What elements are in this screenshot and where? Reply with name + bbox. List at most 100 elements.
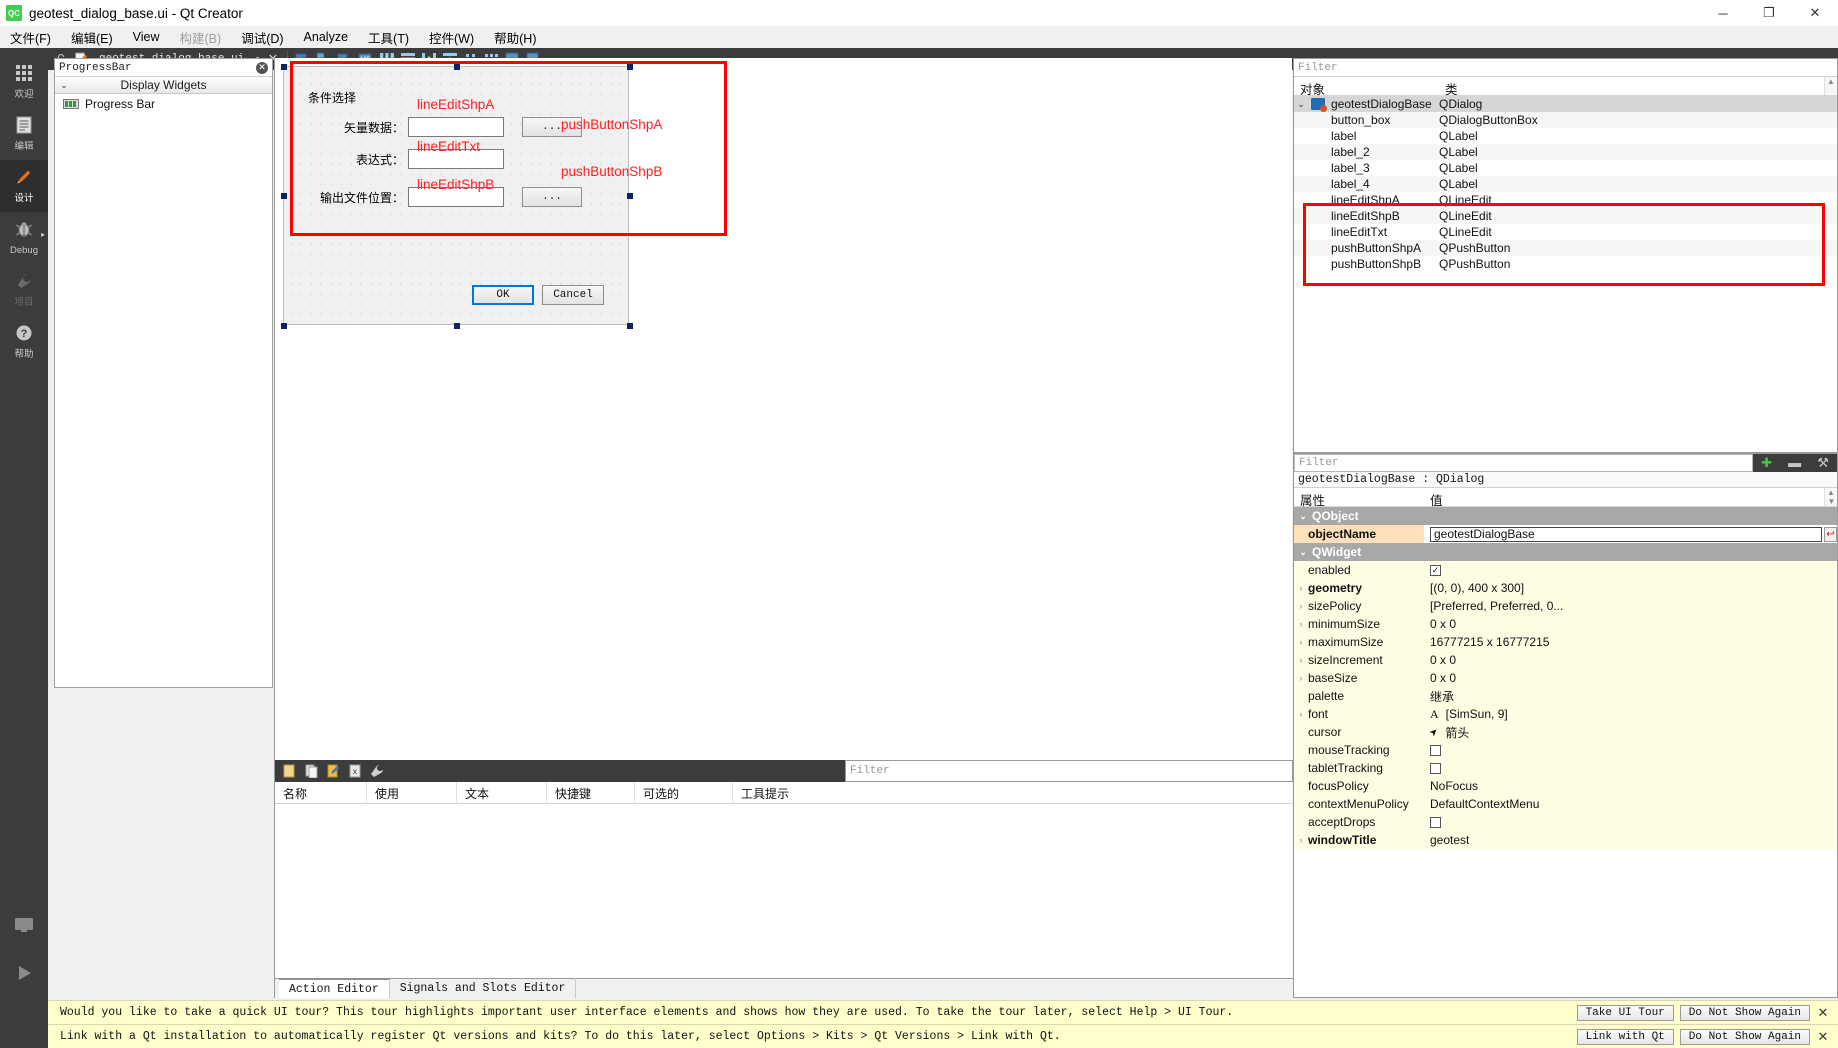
property-value-cell[interactable]: 0 x 0 (1424, 615, 1837, 633)
property-value-cell[interactable]: geotest (1424, 831, 1837, 849)
remove-property-icon[interactable]: ▬ (1788, 456, 1801, 469)
property-value-cell[interactable]: 16777215 x 16777215 (1424, 633, 1837, 651)
selection-handle-tc[interactable] (454, 64, 460, 70)
object-inspector-filter[interactable]: Filter (1294, 59, 1837, 77)
chevron-right-icon[interactable]: ▸ (41, 230, 45, 239)
property-filter-input[interactable]: Filter (1294, 453, 1753, 472)
selection-handle-bl[interactable] (281, 323, 287, 329)
object-row-lineEditTxt[interactable]: lineEditTxt QLineEdit (1294, 224, 1837, 240)
property-value-cell[interactable]: 继承 (1424, 687, 1837, 705)
chevron-right-icon[interactable]: › (1294, 673, 1308, 683)
maximize-button[interactable]: ❐ (1746, 0, 1792, 26)
property-value-cell[interactable]: [Preferred, Preferred, 0... (1424, 597, 1837, 615)
close-icon[interactable]: ✕ (1816, 1029, 1830, 1045)
do-not-show-again-button-1[interactable]: Do Not Show Again (1679, 1004, 1810, 1021)
property-row-tabletTracking[interactable]: tabletTracking (1294, 759, 1837, 777)
mode-welcome[interactable]: 欢迎 (0, 56, 48, 108)
menu-build[interactable]: 构建(B) (170, 26, 232, 49)
revert-property-icon[interactable]: ↩ (1824, 526, 1837, 542)
property-value-cell[interactable]: geotestDialogBase ↩ (1424, 525, 1837, 543)
object-row-pushButtonShpA[interactable]: pushButtonShpA QPushButton (1294, 240, 1837, 256)
property-col-value[interactable]: 值 (1424, 488, 1443, 508)
object-row-lineEditShpA[interactable]: lineEditShpA QLineEdit (1294, 192, 1837, 208)
lineEditShpA-field[interactable] (408, 117, 504, 137)
property-row-sizePolicy[interactable]: › sizePolicy [Preferred, Preferred, 0... (1294, 597, 1837, 615)
menu-tools[interactable]: 工具(T) (358, 26, 419, 49)
chevron-right-icon[interactable]: › (1294, 709, 1308, 719)
menu-analyze[interactable]: Analyze (294, 28, 358, 46)
minimize-button[interactable]: ─ (1700, 0, 1746, 26)
object-inspector-rows[interactable]: ⌄ geotestDialogBase QDialog button_box QDial… (1294, 96, 1837, 272)
chevron-right-icon[interactable]: › (1294, 619, 1308, 629)
form-dialog-preview[interactable]: 条件选择 矢量数据： ... lineEditShpA pushButtonSh… (281, 64, 662, 329)
object-col-name[interactable]: 对象 (1294, 77, 1439, 97)
chevron-right-icon[interactable]: › (1294, 835, 1308, 845)
chevron-right-icon[interactable]: › (1294, 601, 1308, 611)
clear-icon[interactable]: ✕ (256, 61, 268, 74)
property-value-cell[interactable] (1424, 741, 1837, 759)
property-row-enabled[interactable]: enabled ✓ (1294, 561, 1837, 579)
action-col-shortcut[interactable]: 快捷键 (547, 782, 635, 803)
menu-help[interactable]: 帮助(H) (484, 26, 546, 49)
mode-design[interactable]: 设计 (0, 160, 48, 212)
copy-action-icon[interactable] (303, 763, 319, 779)
object-row-label_4[interactable]: label_4 QLabel (1294, 176, 1837, 192)
menu-file[interactable]: 文件(F) (0, 26, 61, 49)
object-col-class[interactable]: 类 (1439, 77, 1458, 97)
property-value-cell[interactable] (1424, 813, 1837, 831)
menu-view[interactable]: View (123, 28, 170, 46)
property-value-cell[interactable]: 0 x 0 (1424, 669, 1837, 687)
menu-edit[interactable]: 编辑(E) (61, 26, 123, 49)
mode-help[interactable]: ? 帮助 (0, 316, 48, 368)
selection-handle-br[interactable] (627, 323, 633, 329)
chevron-down-icon[interactable]: ⌄ (1294, 99, 1308, 110)
property-row-cursor[interactable]: cursor ➤ 箭头 (1294, 723, 1837, 741)
mode-projects[interactable]: 项目 (0, 264, 48, 316)
kit-selector-button[interactable] (0, 904, 48, 952)
property-checkbox[interactable] (1430, 744, 1441, 756)
property-row-focusPolicy[interactable]: focusPolicy NoFocus (1294, 777, 1837, 795)
action-col-tooltip[interactable]: 工具提示 (733, 782, 853, 803)
property-checkbox[interactable]: ✓ (1430, 564, 1441, 576)
property-row-mouseTracking[interactable]: mouseTracking (1294, 741, 1837, 759)
chevron-down-icon[interactable]: ⌄ (1294, 547, 1312, 558)
action-col-name[interactable]: 名称 (275, 782, 367, 803)
property-checkbox[interactable] (1430, 762, 1441, 774)
property-row-sizeIncrement[interactable]: › sizeIncrement 0 x 0 (1294, 651, 1837, 669)
property-row-palette[interactable]: palette 继承 (1294, 687, 1837, 705)
run-button[interactable] (0, 952, 48, 1000)
object-row-label[interactable]: label QLabel (1294, 128, 1837, 144)
property-value-cell[interactable]: ✓ (1424, 561, 1837, 579)
edit-action-icon[interactable] (325, 763, 341, 779)
chevron-right-icon[interactable]: › (1294, 655, 1308, 665)
configure-action-icon[interactable] (369, 763, 385, 779)
ok-button[interactable]: OK (472, 285, 534, 305)
close-button[interactable]: ✕ (1792, 0, 1838, 26)
link-with-qt-button[interactable]: Link with Qt (1576, 1028, 1674, 1045)
selection-handle-mr[interactable] (627, 64, 633, 70)
form-editor-canvas[interactable]: 条件选择 矢量数据： ... lineEditShpA pushButtonSh… (274, 58, 1292, 760)
object-row-pushButtonShpB[interactable]: pushButtonShpB QPushButton (1294, 256, 1837, 272)
property-value-cell[interactable]: 0 x 0 (1424, 651, 1837, 669)
object-row-lineEditShpB[interactable]: lineEditShpB QLineEdit (1294, 208, 1837, 224)
property-editor-scrollbar[interactable]: ▲ ▼ (1824, 488, 1837, 506)
object-row-label_3[interactable]: label_3 QLabel (1294, 160, 1837, 176)
property-row-minimumSize[interactable]: › minimumSize 0 x 0 (1294, 615, 1837, 633)
chevron-right-icon[interactable]: › (1294, 583, 1308, 593)
add-property-icon[interactable]: ✚ (1761, 456, 1772, 469)
action-col-text[interactable]: 文本 (457, 782, 547, 803)
chevron-right-icon[interactable]: › (1294, 637, 1308, 647)
pushButtonShpB-button[interactable]: ... (522, 187, 582, 207)
mode-edit[interactable]: 编辑 (0, 108, 48, 160)
selection-handle-ml[interactable] (281, 193, 287, 199)
selection-handle-tl[interactable] (281, 64, 287, 70)
action-editor-filter[interactable]: Filter (845, 760, 1293, 782)
property-group-QObject[interactable]: ⌄ QObject (1294, 507, 1837, 525)
tab-action-editor[interactable]: Action Editor (279, 978, 390, 998)
property-value-cell[interactable]: A [SimSun, 9] (1424, 705, 1837, 723)
widget-box-filter[interactable]: ProgressBar ✕ (55, 59, 272, 77)
object-row-geotestDialogBase[interactable]: ⌄ geotestDialogBase QDialog (1294, 96, 1837, 112)
property-row-baseSize[interactable]: › baseSize 0 x 0 (1294, 669, 1837, 687)
property-group-QWidget[interactable]: ⌄ QWidget (1294, 543, 1837, 561)
take-ui-tour-button[interactable]: Take UI Tour (1576, 1004, 1674, 1021)
